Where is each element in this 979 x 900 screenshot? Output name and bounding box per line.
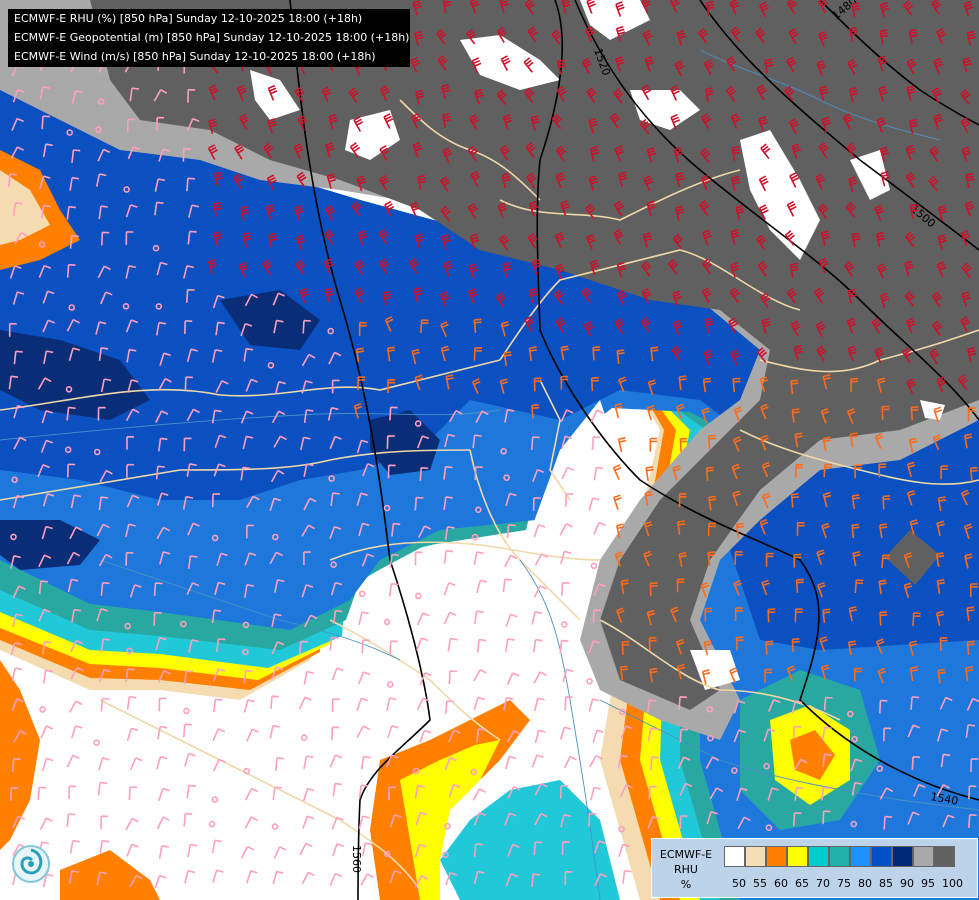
legend-tick-label: 75: [837, 877, 851, 890]
legend-swatch: [850, 846, 871, 867]
legend-swatch: [871, 846, 892, 867]
legend-swatch: [934, 846, 955, 867]
legend-tick-labels: 50 55 60 65 70 75 80 85 90 95 100: [732, 877, 963, 890]
logo-swirl-icon: [12, 845, 50, 883]
legend-tick-label: 95: [921, 877, 935, 890]
title-line-wind: ECMWF-E Wind (m/s) [850 hPa] Sunday 12-1…: [14, 50, 376, 63]
legend-tick-label: 90: [900, 877, 914, 890]
legend-tick-label: 80: [858, 877, 872, 890]
legend-swatch: [829, 846, 850, 867]
legend-tick-label: 85: [879, 877, 893, 890]
legend-swatch: [724, 846, 745, 867]
rhu-map: 1480 1520 1500 1540 1560: [0, 0, 979, 900]
legend-swatch: [892, 846, 913, 867]
rhu-legend: ECMWF-E RHU % 50 55 60 65 70 75 80 85 90 95 100: [651, 838, 978, 898]
legend-unit: %: [680, 878, 692, 891]
legend-tick-label: 70: [816, 877, 830, 890]
legend-swatch: [808, 846, 829, 867]
legend-tick-label: 60: [774, 877, 788, 890]
legend-swatch: [913, 846, 934, 867]
legend-title-model: ECMWF-E: [659, 848, 713, 861]
title-line-geopotential: ECMWF-E Geopotential (m) [850 hPa] Sunda…: [14, 31, 410, 44]
legend-swatch: [745, 846, 766, 867]
legend-swatch: [787, 846, 808, 867]
legend-tick-label: 100: [942, 877, 963, 890]
legend-tick-label: 50: [732, 877, 746, 890]
legend-title: ECMWF-E RHU %: [654, 847, 718, 892]
map-title-box: ECMWF-E RHU (%) [850 hPa] Sunday 12-10-2…: [8, 9, 410, 67]
legend-swatches: [724, 846, 955, 867]
legend-tick-label: 55: [753, 877, 767, 890]
legend-title-var: RHU: [674, 863, 698, 876]
legend-tick-label: 65: [795, 877, 809, 890]
contour-label: 1560: [350, 845, 363, 873]
legend-swatch: [766, 846, 787, 867]
title-line-rhu: ECMWF-E RHU (%) [850 hPa] Sunday 12-10-2…: [14, 12, 363, 25]
